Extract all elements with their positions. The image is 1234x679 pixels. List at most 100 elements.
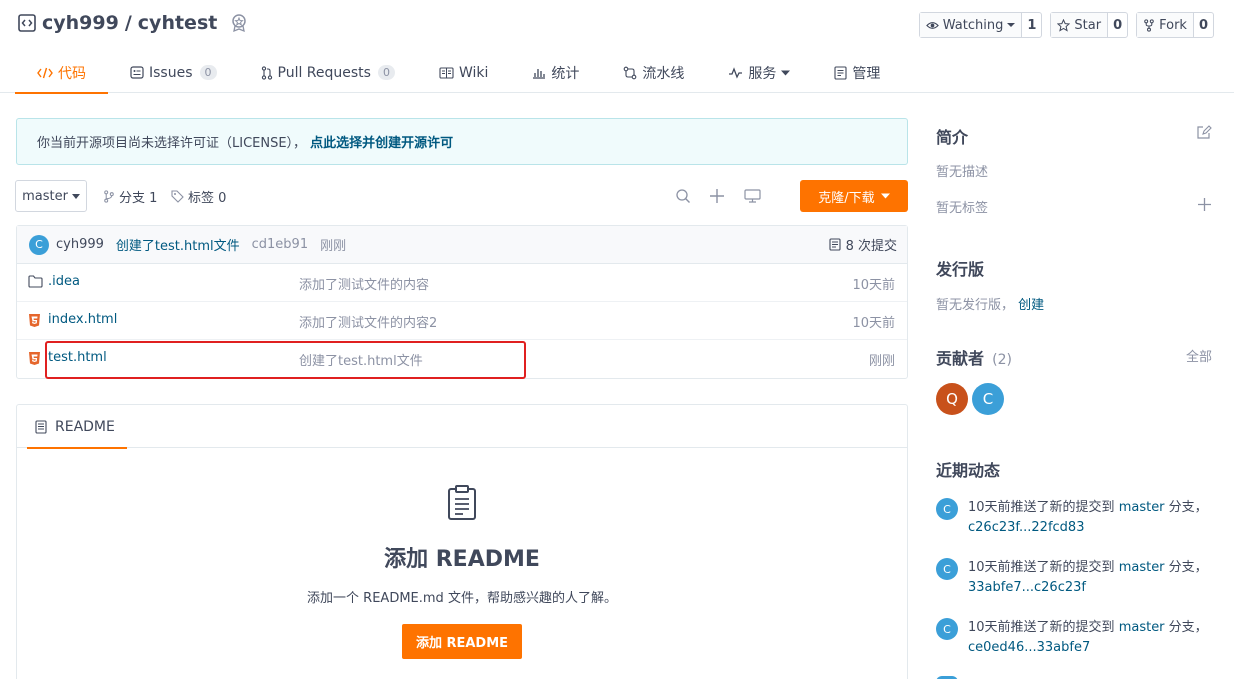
pull-request-icon bbox=[261, 65, 273, 80]
avatar[interactable]: C bbox=[29, 234, 49, 255]
chevron-down-icon bbox=[1007, 22, 1016, 28]
commit-time: 刚刚 bbox=[320, 239, 347, 254]
tab-stats-label: 统计 bbox=[551, 65, 580, 82]
activity-text: 10天前推送了新的提交到 master 分支， 33abfe7...c26c23… bbox=[968, 558, 1218, 598]
activity-range-link[interactable]: ce0ed46...33abfe7 bbox=[968, 640, 1090, 655]
watch-count[interactable]: 1 bbox=[1022, 13, 1041, 37]
create-release-link[interactable]: 创建 bbox=[1018, 298, 1044, 313]
manage-icon bbox=[834, 65, 847, 80]
web-ide-icon[interactable] bbox=[744, 188, 761, 204]
commit-message-link[interactable]: 创建了test.html文件 bbox=[116, 235, 240, 254]
repo-title: cyh999 / cyhtest bbox=[18, 12, 249, 34]
tab-readme[interactable]: README bbox=[27, 405, 127, 449]
branches-link[interactable]: 分支 1 bbox=[103, 180, 157, 212]
readme-empty-state: 添加 README 添加一个 README.md 文件，帮助感兴趣的人了解。 添… bbox=[17, 485, 907, 659]
avatar[interactable]: C bbox=[936, 558, 958, 580]
fork-button[interactable]: Fork 0 bbox=[1136, 12, 1214, 38]
tags-link[interactable]: 标签 0 bbox=[171, 180, 226, 212]
repo-name-link[interactable]: cyhtest bbox=[138, 12, 218, 34]
activity-range-link[interactable]: c26c23f...22fcd83 bbox=[968, 520, 1084, 535]
avatar[interactable]: C bbox=[936, 498, 958, 520]
star-label-wrap[interactable]: Star bbox=[1051, 13, 1109, 37]
fork-label-wrap[interactable]: Fork bbox=[1137, 13, 1194, 37]
repo-owner-link[interactable]: cyh999 bbox=[42, 12, 119, 34]
tab-stats[interactable]: 统计 bbox=[510, 52, 601, 93]
tab-code[interactable]: 代码 bbox=[15, 52, 108, 94]
pipeline-icon bbox=[623, 66, 637, 80]
activity-prefix: 10天前推送了新的提交到 bbox=[968, 620, 1119, 635]
license-notice-text: 你当前开源项目尚未选择许可证（LICENSE）， bbox=[37, 136, 307, 151]
activity-branch-link[interactable]: master bbox=[1119, 500, 1165, 515]
branches-label: 分支 1 bbox=[119, 190, 158, 206]
contributors-count: (2) bbox=[992, 352, 1012, 368]
repo-actions: Watching 1 Star 0 Fork 0 bbox=[918, 12, 1214, 38]
commit-count-link[interactable]: 8 次提交 bbox=[829, 235, 897, 254]
add-tag-icon[interactable] bbox=[1197, 197, 1212, 212]
tab-pipeline[interactable]: 流水线 bbox=[601, 52, 706, 93]
activity-range-link[interactable]: 33abfe7...c26c23f bbox=[968, 580, 1086, 595]
add-file-icon[interactable] bbox=[709, 188, 725, 204]
activity-text: 10天前推送了新的提交到 master 分支， ce0ed46...33abfe… bbox=[968, 618, 1218, 658]
repo-code-icon bbox=[18, 14, 36, 32]
fork-icon bbox=[1143, 18, 1155, 32]
readme-tab-label: README bbox=[55, 418, 115, 435]
no-tags: 暂无标签 bbox=[936, 201, 989, 216]
contributors-title: 贡献者 bbox=[936, 349, 985, 368]
avatar[interactable]: Q bbox=[936, 383, 968, 415]
star-button[interactable]: Star 0 bbox=[1050, 12, 1129, 38]
eye-icon bbox=[925, 19, 939, 32]
file-commit-message-link[interactable]: 添加了测试文件的内容2 bbox=[299, 312, 437, 331]
watch-label: Watching bbox=[942, 17, 1004, 33]
file-time: 刚刚 bbox=[868, 354, 895, 369]
edit-icon[interactable] bbox=[1196, 124, 1212, 140]
activity-section: 近期动态 bbox=[936, 457, 1214, 481]
avatar[interactable]: C bbox=[936, 618, 958, 640]
create-license-link[interactable]: 点此选择并创建开源许可 bbox=[310, 132, 453, 151]
intro-title: 简介 bbox=[936, 128, 969, 147]
file-name-link[interactable]: index.html bbox=[48, 312, 117, 327]
tab-manage[interactable]: 管理 bbox=[812, 52, 902, 93]
star-icon bbox=[1057, 18, 1071, 32]
table-row: .idea 添加了测试文件的内容 10天前 bbox=[17, 264, 907, 302]
add-readme-button[interactable]: 添加 README bbox=[401, 624, 523, 659]
tab-wiki[interactable]: Wiki bbox=[417, 52, 510, 93]
watch-button[interactable]: Watching 1 bbox=[918, 12, 1043, 38]
tab-pipeline-label: 流水线 bbox=[642, 65, 685, 82]
commit-author-link[interactable]: cyh999 bbox=[56, 237, 104, 252]
license-notice: 你当前开源项目尚未选择许可证（LICENSE）， 点此选择并创建开源许可 bbox=[16, 118, 908, 165]
commits-icon bbox=[829, 238, 841, 251]
repo-separator: / bbox=[124, 12, 132, 34]
tags-label: 标签 0 bbox=[188, 190, 227, 206]
fork-count[interactable]: 0 bbox=[1194, 13, 1213, 37]
readme-empty-desc: 添加一个 README.md 文件，帮助感兴趣的人了解。 bbox=[307, 591, 617, 606]
gvp-badge-icon[interactable] bbox=[229, 13, 249, 33]
issues-count-badge: 0 bbox=[199, 65, 217, 80]
readme-doc-icon bbox=[446, 485, 478, 521]
branch-select[interactable]: master bbox=[15, 180, 87, 212]
html5-icon bbox=[28, 313, 41, 328]
activity-suffix: 分支， bbox=[1164, 560, 1208, 575]
readme-empty-title: 添加 README bbox=[384, 547, 540, 572]
chevron-down-icon bbox=[781, 70, 791, 76]
table-row: index.html 添加了测试文件的内容2 10天前 bbox=[17, 302, 907, 340]
watch-label-wrap[interactable]: Watching bbox=[919, 13, 1023, 37]
tab-pull-requests[interactable]: Pull Requests 0 bbox=[239, 52, 417, 93]
clone-download-button[interactable]: 克隆/下载 bbox=[800, 180, 908, 212]
avatar[interactable]: C bbox=[972, 383, 1004, 415]
branch-icon bbox=[103, 189, 115, 203]
tab-issues[interactable]: Issues 0 bbox=[108, 52, 239, 93]
all-contributors-link[interactable]: 全部 bbox=[1186, 346, 1212, 365]
search-icon[interactable] bbox=[675, 188, 691, 204]
activity-prefix: 10天前推送了新的提交到 bbox=[968, 500, 1119, 515]
activity-branch-link[interactable]: master bbox=[1119, 560, 1165, 575]
tab-manage-label: 管理 bbox=[852, 65, 881, 82]
release-section: 发行版 暂无发行版， 创建 bbox=[936, 256, 1214, 313]
commit-sha-link[interactable]: cd1eb91 bbox=[252, 237, 308, 252]
file-name-link[interactable]: .idea bbox=[48, 274, 80, 289]
activity-branch-link[interactable]: master bbox=[1119, 620, 1165, 635]
file-commit-message-link[interactable]: 添加了测试文件的内容 bbox=[299, 274, 429, 293]
pull-requests-count-badge: 0 bbox=[377, 65, 395, 80]
tab-services-label: 服务 bbox=[748, 65, 777, 82]
star-count[interactable]: 0 bbox=[1108, 13, 1127, 37]
tab-services[interactable]: 服务 bbox=[706, 52, 812, 93]
